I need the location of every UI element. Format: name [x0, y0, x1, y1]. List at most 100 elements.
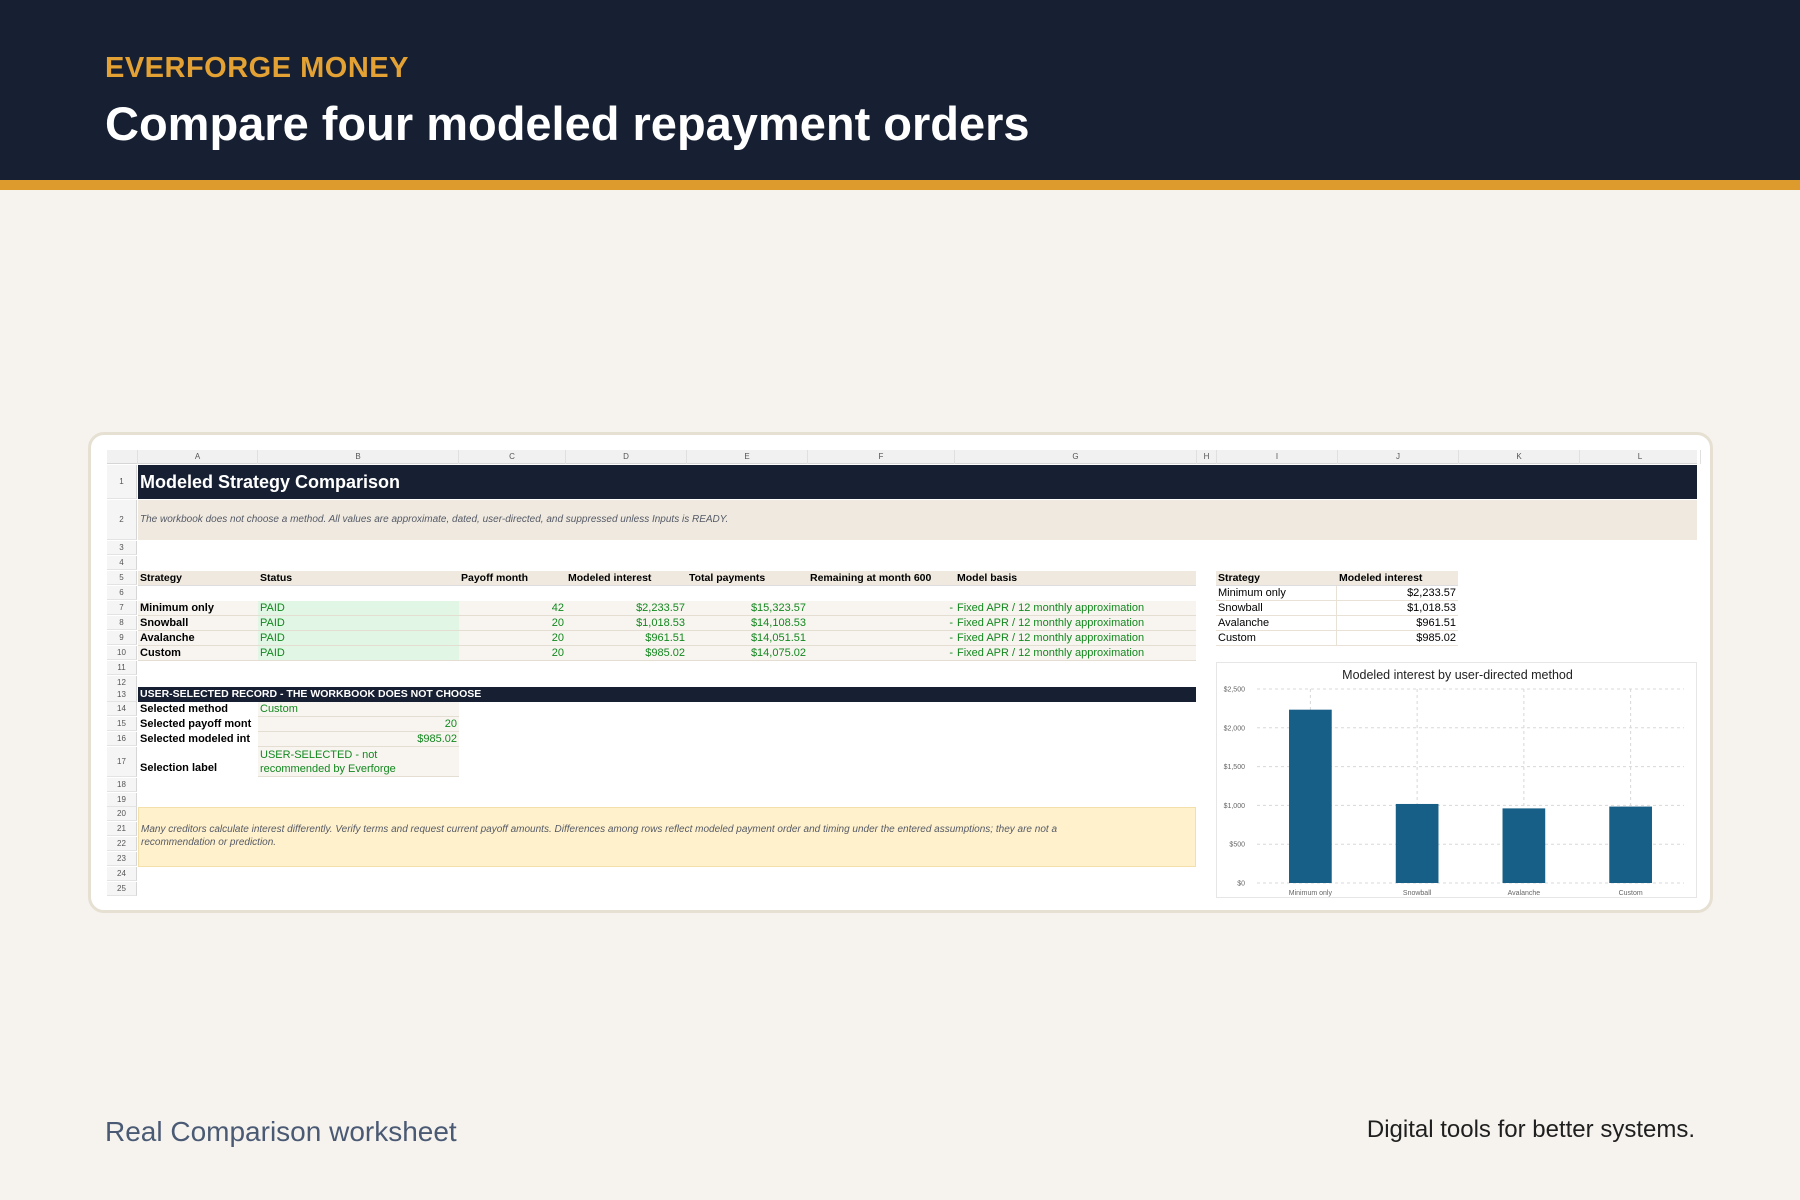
column-header[interactable]: J	[1338, 450, 1459, 464]
summary-cell-interest[interactable]: $961.51	[1337, 616, 1458, 631]
table-cell-basis[interactable]: Fixed APR / 12 monthly approximation	[955, 601, 1196, 616]
table-header-cell[interactable]: Total payments	[687, 571, 808, 586]
row-header[interactable]: 19	[107, 793, 137, 807]
table-cell-status[interactable]: PAID	[258, 646, 459, 661]
row-header[interactable]: 6	[107, 586, 137, 600]
table-cell-payoff-month[interactable]: 20	[459, 616, 566, 631]
table-cell-basis[interactable]: Fixed APR / 12 monthly approximation	[955, 631, 1196, 646]
row-header[interactable]: 17	[107, 747, 137, 777]
column-header[interactable]: C	[459, 450, 566, 464]
summary-header-cell[interactable]: Modeled interest	[1337, 571, 1458, 586]
column-header[interactable]: E	[687, 450, 808, 464]
disclaimer-note[interactable]: Many creditors calculate interest differ…	[138, 807, 1196, 867]
row-header[interactable]: 4	[107, 556, 137, 570]
table-header-cell[interactable]: Model basis	[955, 571, 1196, 586]
table-cell-strategy[interactable]: Snowball	[138, 616, 258, 631]
table-cell-strategy[interactable]: Avalanche	[138, 631, 258, 646]
row-header[interactable]: 9	[107, 631, 137, 645]
table-cell-interest[interactable]: $2,233.57	[566, 601, 687, 616]
row-header[interactable]: 25	[107, 882, 137, 896]
selection-label-value-cell[interactable]: USER-SELECTED - not recommended by Everf…	[258, 747, 459, 777]
selected-interest-label[interactable]: Selected modeled int	[138, 732, 258, 746]
table-cell-interest[interactable]: $1,018.53	[566, 616, 687, 631]
table-cell-total[interactable]: $14,108.53	[687, 616, 808, 631]
row-header[interactable]: 3	[107, 541, 137, 555]
row-header[interactable]: 20	[107, 807, 137, 821]
summary-cell-interest[interactable]: $2,233.57	[1337, 586, 1458, 601]
selected-interest-value[interactable]: $985.02	[258, 732, 459, 747]
row-header[interactable]: 16	[107, 732, 137, 746]
table-cell-remaining[interactable]: -	[808, 616, 955, 631]
row-header[interactable]: 10	[107, 646, 137, 660]
row-header[interactable]: 13	[107, 688, 137, 702]
row-header[interactable]: 24	[107, 867, 137, 881]
row-header[interactable]: 14	[107, 702, 137, 716]
table-header-cell[interactable]: Strategy	[138, 571, 258, 586]
table-cell-total[interactable]: $14,075.02	[687, 646, 808, 661]
table-cell-payoff-month[interactable]: 20	[459, 631, 566, 646]
table-header-cell[interactable]: Remaining at month 600	[808, 571, 955, 586]
interest-chart[interactable]: Modeled interest by user-directed method…	[1216, 662, 1697, 898]
bar-custom[interactable]	[1609, 806, 1652, 883]
table-header-cell[interactable]: Modeled interest	[566, 571, 687, 586]
column-header[interactable]: A	[138, 450, 258, 464]
row-header[interactable]: 2	[107, 500, 137, 540]
row-header[interactable]: 23	[107, 852, 137, 866]
column-header[interactable]: L	[1580, 450, 1701, 464]
table-cell-interest[interactable]: $961.51	[566, 631, 687, 646]
column-header[interactable]: F	[808, 450, 955, 464]
bar-snowball[interactable]	[1395, 803, 1439, 883]
selected-payoff-value[interactable]: 20	[258, 717, 459, 732]
row-header[interactable]: 7	[107, 601, 137, 615]
summary-cell-strategy[interactable]: Snowball	[1216, 601, 1337, 616]
summary-cell-strategy[interactable]: Minimum only	[1216, 586, 1337, 601]
column-header[interactable]: D	[566, 450, 687, 464]
summary-header-cell[interactable]: Strategy	[1216, 571, 1337, 586]
table-cell-strategy[interactable]: Minimum only	[138, 601, 258, 616]
selected-section-title[interactable]: USER-SELECTED RECORD - THE WORKBOOK DOES…	[138, 687, 1196, 702]
table-cell-status[interactable]: PAID	[258, 616, 459, 631]
table-cell-remaining[interactable]: -	[808, 646, 955, 661]
selected-payoff-label[interactable]: Selected payoff mont	[138, 717, 258, 731]
table-cell-strategy[interactable]: Custom	[138, 646, 258, 661]
summary-cell-strategy[interactable]: Avalanche	[1216, 616, 1337, 631]
row-header[interactable]: 1	[107, 465, 137, 499]
selected-method-value[interactable]: Custom	[258, 702, 459, 717]
table-cell-basis[interactable]: Fixed APR / 12 monthly approximation	[955, 616, 1196, 631]
column-header[interactable]: G	[955, 450, 1197, 464]
table-cell-remaining[interactable]: -	[808, 601, 955, 616]
selection-label-label[interactable]: Selection label	[138, 761, 258, 775]
worksheet-card: ABCDEFGHIJKL 1 2 3 4 5 6 7 8 9 10 11 12 13 14 15 16 17 18…	[88, 432, 1713, 913]
summary-cell-strategy[interactable]: Custom	[1216, 631, 1337, 646]
table-cell-total[interactable]: $15,323.57	[687, 601, 808, 616]
table-header-cell[interactable]: Payoff month	[459, 571, 566, 586]
row-header[interactable]: 8	[107, 616, 137, 630]
table-cell-status[interactable]: PAID	[258, 601, 459, 616]
summary-cell-interest[interactable]: $1,018.53	[1337, 601, 1458, 616]
row-header[interactable]: 5	[107, 571, 137, 585]
row-header[interactable]: 18	[107, 778, 137, 792]
row-header[interactable]: 11	[107, 661, 137, 675]
table-cell-payoff-month[interactable]: 20	[459, 646, 566, 661]
bar-minimum-only[interactable]	[1289, 709, 1332, 883]
column-header[interactable]: H	[1197, 450, 1217, 464]
row-header[interactable]: 15	[107, 717, 137, 731]
table-header-cell[interactable]: Status	[258, 571, 459, 586]
summary-cell-interest[interactable]: $985.02	[1337, 631, 1458, 646]
sheet-title[interactable]: Modeled Strategy Comparison	[138, 465, 1697, 499]
bar-avalanche[interactable]	[1502, 808, 1546, 883]
row-header[interactable]: 21	[107, 822, 137, 836]
table-cell-basis[interactable]: Fixed APR / 12 monthly approximation	[955, 646, 1196, 661]
column-header[interactable]: B	[258, 450, 459, 464]
table-cell-remaining[interactable]: -	[808, 631, 955, 646]
table-cell-total[interactable]: $14,051.51	[687, 631, 808, 646]
table-cell-payoff-month[interactable]: 42	[459, 601, 566, 616]
table-cell-interest[interactable]: $985.02	[566, 646, 687, 661]
selected-method-label[interactable]: Selected method	[138, 702, 258, 716]
sheet-note[interactable]: The workbook does not choose a method. A…	[138, 500, 1697, 540]
column-header[interactable]: K	[1459, 450, 1580, 464]
table-cell-status[interactable]: PAID	[258, 631, 459, 646]
corner-cell[interactable]	[107, 450, 138, 464]
column-header[interactable]: I	[1217, 450, 1338, 464]
row-header[interactable]: 22	[107, 837, 137, 851]
